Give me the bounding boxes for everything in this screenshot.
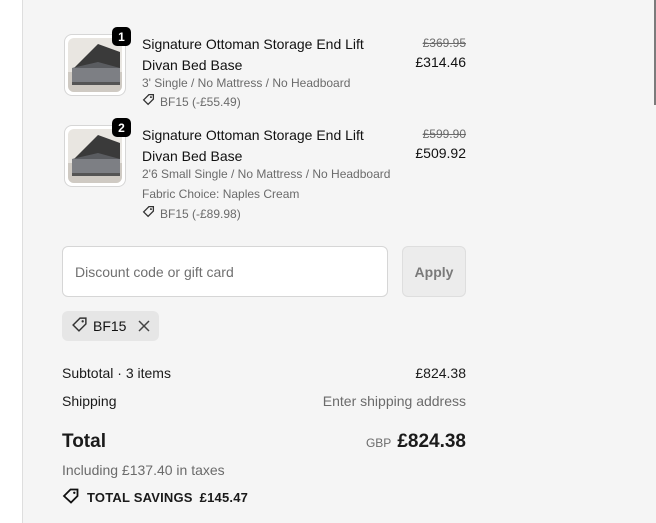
applied-discount-chip: BF15: [62, 311, 159, 341]
bed-image: [68, 38, 122, 92]
apply-button[interactable]: Apply: [402, 246, 466, 297]
product-name: Signature Ottoman Storage End Lift Divan…: [142, 36, 364, 73]
savings-label: TOTAL SAVINGS: [87, 490, 193, 505]
product-name: Signature Ottoman Storage End Lift Divan…: [142, 127, 364, 164]
line-item: 1 Signature Ottoman Storage End Lift Div…: [62, 27, 466, 114]
order-summary-panel: 1 Signature Ottoman Storage End Lift Div…: [22, 0, 656, 523]
item-price: £314.46: [415, 54, 466, 70]
quantity-badge: 1: [112, 27, 131, 46]
original-price: £599.90: [422, 127, 466, 141]
item-discount: BF15 (-£55.49): [142, 93, 241, 110]
applied-code-label: BF15: [93, 318, 127, 334]
subtotal-label: Subtotal · 3 items: [62, 365, 171, 381]
savings-value: £145.47: [199, 490, 249, 505]
taxes-note: Including £137.40 in taxes: [62, 462, 225, 478]
item-discount: BF15 (-£89.98): [142, 205, 241, 222]
item-discount-label: BF15 (-£89.98): [160, 206, 241, 221]
fabric-choice: Fabric Choice: Naples Cream: [142, 187, 300, 201]
original-price: £369.95: [422, 36, 466, 50]
subtotal-value: £824.38: [415, 365, 466, 381]
item-price: £509.92: [415, 145, 466, 161]
product-variant: 3' Single / No Mattress / No Headboard: [142, 76, 351, 90]
product-variant: 2'6 Small Single / No Mattress / No Head…: [142, 167, 391, 181]
close-icon[interactable]: [138, 320, 150, 332]
quantity-badge: 2: [112, 118, 131, 137]
shipping-label: Shipping: [62, 393, 117, 409]
tag-icon: [142, 93, 155, 110]
currency-code: GBP: [365, 436, 392, 450]
bed-image: [68, 129, 122, 183]
line-item: 2 Signature Ottoman Storage End Lift Div…: [62, 118, 466, 225]
discount-code-input[interactable]: [62, 246, 388, 297]
shipping-value: Enter shipping address: [322, 393, 466, 409]
tag-icon: [71, 316, 88, 336]
tag-icon: [62, 488, 80, 507]
product-thumbnail: 1: [64, 27, 131, 96]
total-savings: TOTAL SAVINGS £145.47: [62, 488, 248, 507]
total-value: £824.38: [397, 431, 466, 452]
item-discount-label: BF15 (-£55.49): [160, 94, 241, 109]
product-thumbnail: 2: [64, 118, 131, 187]
total-label: Total: [62, 431, 106, 452]
tag-icon: [142, 205, 155, 222]
